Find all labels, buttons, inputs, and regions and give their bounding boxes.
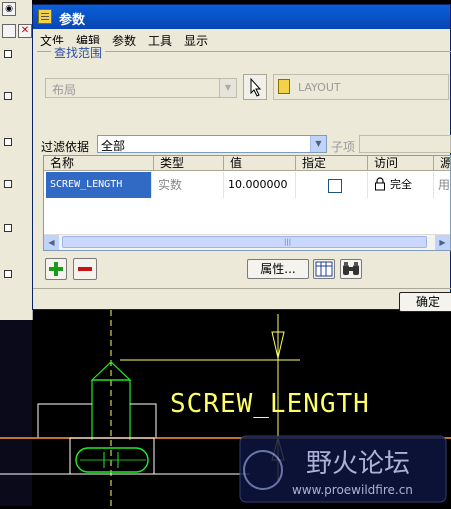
side-mark-icon: [4, 270, 12, 278]
watermark-title: 野火论坛: [306, 449, 410, 479]
part-outline-right: [130, 403, 157, 438]
watermark: 野火论坛 www.proewildfire.cn: [239, 435, 447, 503]
scroll-grip-icon: |||: [284, 238, 292, 246]
remove-parameter-button[interactable]: [73, 258, 97, 280]
side-mark-icon: [4, 50, 12, 58]
host-grid-icon[interactable]: [2, 24, 16, 38]
host-close-icon[interactable]: ✕: [18, 24, 32, 38]
dialog-titlebar[interactable]: 参数: [33, 5, 450, 29]
notepad-icon: [38, 9, 52, 24]
access-value: 完全: [390, 178, 412, 191]
footer-separator: [33, 288, 451, 289]
layout-value: LAYOUT: [298, 81, 341, 94]
select-pointer-button[interactable]: [243, 74, 267, 100]
table-row[interactable]: SCREW_LENGTH 实数 10.000000 完全 用: [44, 172, 450, 198]
table-grid-icon: [315, 261, 333, 277]
side-mark-icon: [4, 92, 12, 100]
scroll-thumb[interactable]: [62, 236, 427, 248]
cell-name[interactable]: SCREW_LENGTH: [46, 172, 152, 198]
filter-select-value: 全部: [101, 139, 126, 153]
side-mark-icon: [4, 224, 12, 232]
layout-notepad-icon: [278, 79, 290, 94]
column-header-type[interactable]: 类型: [154, 156, 224, 170]
table-view-button[interactable]: [313, 259, 335, 279]
sub-item-label: 子项: [331, 140, 356, 154]
chevron-down-icon[interactable]: ▼: [219, 79, 236, 97]
menu-display[interactable]: 显示: [184, 32, 208, 49]
cell-source[interactable]: 用: [434, 172, 450, 198]
layout-field: LAYOUT: [273, 74, 449, 100]
host-toolbar: ◉ ✕: [0, 0, 32, 41]
cell-designated: [296, 172, 368, 198]
search-scope-group: 查找范围 布局 ▼ LAYOUT: [37, 44, 451, 112]
part-outline-left: [37, 403, 92, 438]
scope-select-value: 布局: [52, 83, 77, 97]
part-lower-block: [69, 437, 155, 475]
scroll-left-icon[interactable]: ◀: [44, 235, 59, 250]
plus-icon: [49, 262, 63, 276]
filter-select[interactable]: 全部 ▼: [97, 135, 327, 153]
menu-parameters[interactable]: 参数: [112, 32, 136, 49]
search-scope-label: 查找范围: [51, 44, 106, 61]
horizontal-scrollbar[interactable]: ◀ ||| ▶: [44, 234, 450, 250]
designated-checkbox[interactable]: [328, 179, 342, 193]
parameters-table: 名称 类型 值 指定 访问 源 SCREW_LENGTH 实数 10.00000…: [43, 155, 451, 251]
cursor-arrow-icon: [250, 77, 262, 97]
properties-button[interactable]: 属性...: [247, 259, 309, 279]
filter-label: 过滤依据: [41, 140, 90, 154]
host-view-icon[interactable]: ◉: [2, 2, 16, 16]
host-side-panel: [0, 40, 33, 320]
cell-value[interactable]: 10.000000: [224, 172, 296, 198]
chevron-down-icon[interactable]: ▼: [310, 136, 326, 152]
parameters-dialog: 参数 文件 编辑 参数 工具 显示 查找范围 布局 ▼ LAYOUT 过滤依据 …: [32, 4, 451, 312]
cell-type[interactable]: 实数: [154, 172, 224, 198]
dimension-label: SCREW_LENGTH: [170, 389, 370, 419]
watermark-url: www.proewildfire.cn: [292, 483, 413, 497]
binoculars-icon: [343, 262, 359, 275]
dialog-title: 参数: [59, 13, 86, 28]
menu-tools[interactable]: 工具: [148, 32, 172, 49]
scroll-right-icon[interactable]: ▶: [435, 235, 450, 250]
column-header-source[interactable]: 源: [434, 156, 450, 170]
find-button[interactable]: [340, 259, 362, 279]
lock-icon: [375, 177, 385, 191]
add-parameter-button[interactable]: [45, 258, 67, 280]
column-header-designated[interactable]: 指定: [296, 156, 368, 170]
side-mark-icon: [4, 138, 12, 146]
minus-icon: [78, 267, 92, 271]
cad-drawing: SCREW_LENGTH 野火论坛 www.proewildfire.cn: [0, 310, 451, 506]
side-mark-icon: [4, 180, 12, 188]
ok-button[interactable]: 确定: [399, 292, 451, 312]
scope-select[interactable]: 布局 ▼: [45, 78, 237, 98]
column-header-name[interactable]: 名称: [44, 156, 154, 170]
sub-item-field[interactable]: [359, 135, 451, 153]
cad-drawing-area[interactable]: SCREW_LENGTH 野火论坛 www.proewildfire.cn: [0, 310, 451, 506]
cell-access[interactable]: 完全: [368, 172, 434, 198]
table-header: 名称 类型 值 指定 访问 源: [44, 156, 450, 171]
column-header-access[interactable]: 访问: [368, 156, 434, 170]
column-header-value[interactable]: 值: [224, 156, 296, 170]
